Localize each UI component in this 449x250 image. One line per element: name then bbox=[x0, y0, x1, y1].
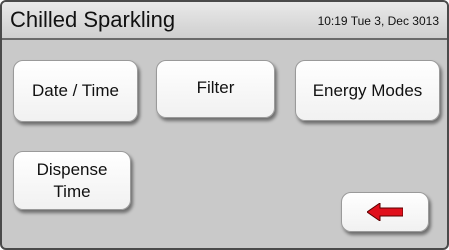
dispense-time-button[interactable]: Dispense Time bbox=[13, 151, 131, 210]
clock-display: 10:19 Tue 3, Dec 3013 bbox=[317, 14, 439, 28]
title-bar: Chilled Sparkling 10:19 Tue 3, Dec 3013 bbox=[2, 2, 447, 40]
filter-button[interactable]: Filter bbox=[156, 60, 275, 118]
page-title: Chilled Sparkling bbox=[10, 7, 176, 32]
app-window: Chilled Sparkling 10:19 Tue 3, Dec 3013 … bbox=[0, 0, 449, 250]
left-arrow-icon bbox=[367, 203, 403, 221]
dispense-time-label-line2: Time bbox=[53, 181, 91, 201]
dispense-time-label-line1: Dispense bbox=[36, 159, 108, 179]
back-button[interactable] bbox=[341, 192, 429, 232]
energy-modes-button[interactable]: Energy Modes bbox=[295, 60, 440, 121]
date-time-button[interactable]: Date / Time bbox=[13, 60, 138, 122]
